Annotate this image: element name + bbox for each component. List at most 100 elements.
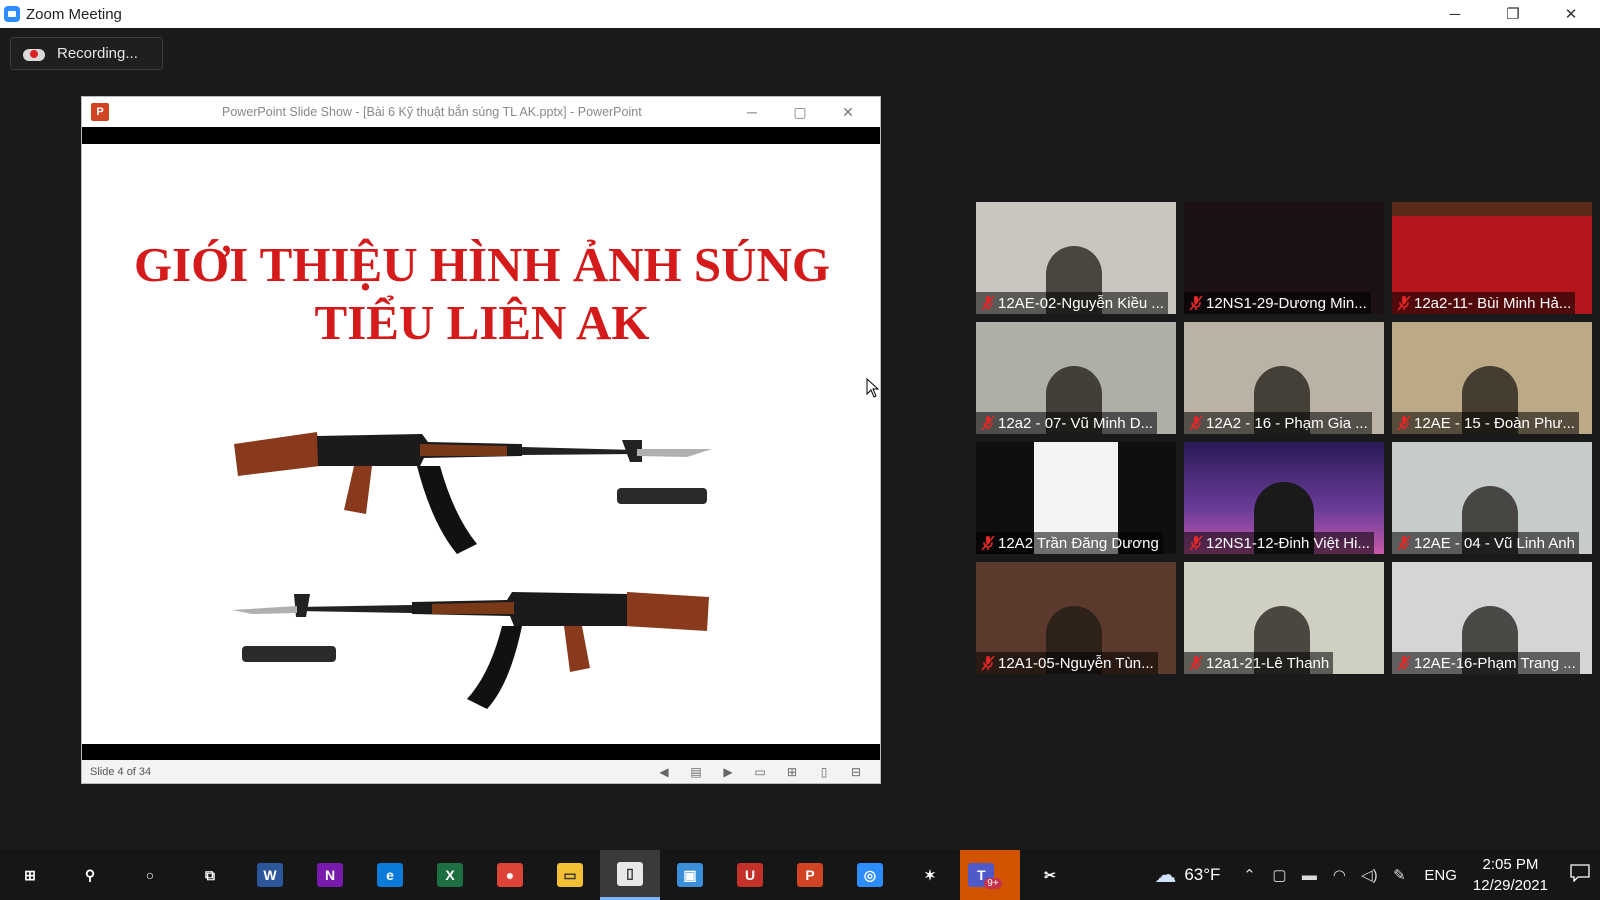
muted-mic-icon: [978, 653, 998, 673]
participant-nameplate: 12AE - 15 - Đoàn Phư...: [1392, 412, 1579, 434]
participant-tile[interactable]: 12a2-11- Bùi Minh Hả...: [1392, 202, 1592, 314]
powerpoint-icon: P: [91, 103, 109, 121]
taskbar-snipping-tool-button[interactable]: ✂: [1020, 850, 1080, 900]
slide-counter: Slide 4 of 34: [90, 765, 152, 778]
notepad-icon: ▯: [617, 861, 643, 886]
rifle-image: [232, 432, 712, 709]
participant-tile[interactable]: 12A2 - 16 - Phạm Gia ...: [1184, 322, 1384, 434]
wifi-icon[interactable]: ◠: [1324, 866, 1354, 884]
taskbar-task-view-button[interactable]: ⧉: [180, 850, 240, 900]
teams-badge: 9+: [984, 877, 1002, 889]
taskbar-unikey-button[interactable]: U: [720, 850, 780, 900]
powerpoint-icon: P: [797, 863, 823, 887]
clock[interactable]: 2:05 PM 12/29/2021: [1473, 854, 1548, 896]
participant-tile[interactable]: 12AE-16-Phạm Trang ...: [1392, 562, 1592, 674]
rifle-top-icon: [234, 432, 712, 554]
participant-tile[interactable]: 12NS1-12-Đinh Việt Hi...: [1184, 442, 1384, 554]
language-indicator[interactable]: ENG: [1424, 867, 1457, 884]
clock-date: 12/29/2021: [1472, 877, 1548, 894]
unikey-icon: U: [737, 863, 763, 887]
muted-mic-icon: [1394, 533, 1414, 553]
slide-menu-icon[interactable]: ▤: [680, 765, 712, 779]
battery-icon[interactable]: ▬: [1294, 867, 1324, 884]
task-view-icon: ⧉: [205, 866, 215, 883]
slide-sorter-icon[interactable]: ⊞: [776, 765, 808, 779]
file-explorer-icon: ▭: [557, 863, 583, 887]
muted-mic-icon: [978, 293, 998, 313]
slideshow-view-icon[interactable]: ⊟: [840, 765, 872, 779]
muted-mic-icon: [1394, 293, 1414, 313]
participant-nameplate: 12a1-21-Lê Thanh: [1184, 652, 1334, 674]
participant-name: 12AE-02-Nguyễn Kiều ...: [998, 294, 1164, 312]
mouse-cursor-icon: [866, 378, 880, 398]
normal-view-icon[interactable]: ▭: [744, 765, 776, 779]
participant-name: 12NS1-29-Dương Min...: [1206, 294, 1367, 312]
ppt-minimize-button[interactable]: ─: [728, 97, 776, 127]
ppt-close-button[interactable]: ✕: [824, 97, 872, 127]
restore-button[interactable]: ❐: [1484, 0, 1542, 28]
next-slide-icon[interactable]: ▶: [712, 765, 744, 779]
taskbar-word-button[interactable]: W: [240, 850, 300, 900]
participant-name: 12AE - 04 - Vũ Linh Anh: [1414, 534, 1575, 552]
taskbar-excel-button[interactable]: X: [420, 850, 480, 900]
taskbar-cortana-button[interactable]: ○: [120, 850, 180, 900]
taskbar-notepad-button[interactable]: ▯: [600, 850, 660, 900]
taskbar-zoom-button[interactable]: ◎: [840, 850, 900, 900]
taskbar-chrome-button[interactable]: ●: [480, 850, 540, 900]
participant-tile[interactable]: 12AE - 04 - Vũ Linh Anh: [1392, 442, 1592, 554]
recording-indicator[interactable]: Recording...: [10, 37, 163, 70]
reading-view-icon[interactable]: ▯: [808, 765, 840, 779]
system-tray: ☁ 63°F ⌃ ▢ ▬ ◠ ◁) ✎ ENG 2:05 PM 12/29/20…: [1154, 850, 1600, 900]
taskbar-onenote-button[interactable]: N: [300, 850, 360, 900]
taskbar-powerpoint-button[interactable]: P: [780, 850, 840, 900]
minimize-button[interactable]: ─: [1426, 0, 1484, 28]
participant-nameplate: 12A2 Trần Đăng Dương: [976, 532, 1163, 554]
slide-letterbox-bottom: [82, 744, 880, 760]
pen-icon[interactable]: ✎: [1384, 866, 1414, 884]
participant-tile[interactable]: 12a1-21-Lê Thanh: [1184, 562, 1384, 674]
participant-nameplate: 12AE-02-Nguyễn Kiều ...: [976, 292, 1168, 314]
participant-tile[interactable]: 12AE - 15 - Đoàn Phư...: [1392, 322, 1592, 434]
cortana-icon: ○: [145, 867, 155, 883]
participant-name: 12AE - 15 - Đoàn Phư...: [1414, 414, 1575, 432]
photos-icon: ▣: [677, 863, 703, 887]
participant-name: 12A2 - 16 - Phạm Gia ...: [1206, 414, 1368, 432]
muted-mic-icon: [1186, 653, 1206, 673]
notification-icon[interactable]: [1560, 863, 1600, 887]
participant-name: 12a1-21-Lê Thanh: [1206, 654, 1330, 672]
weather-temp: 63°F: [1184, 865, 1221, 884]
taskbar-photos-button[interactable]: ▣: [660, 850, 720, 900]
volume-icon[interactable]: ◁): [1354, 866, 1384, 884]
participant-tile[interactable]: 12NS1-29-Dương Min...: [1184, 202, 1384, 314]
taskbar-windows-start-button[interactable]: ⊞: [0, 850, 60, 900]
muted-mic-icon: [1186, 533, 1206, 553]
participant-tile[interactable]: 12A2 Trần Đăng Dương: [976, 442, 1176, 554]
rifle-bottom-icon: [232, 592, 709, 709]
slide-canvas[interactable]: GIỚI THIỆU HÌNH ẢNH SÚNG TIỂU LIÊN AK: [82, 144, 880, 744]
participant-nameplate: 12A1-05-Nguyễn Tùn...: [976, 652, 1158, 674]
weather-widget[interactable]: ☁ 63°F: [1154, 862, 1220, 888]
onenote-icon: N: [317, 863, 343, 887]
muted-mic-icon: [1186, 293, 1206, 313]
participant-nameplate: 12a2-11- Bùi Minh Hả...: [1392, 292, 1576, 314]
taskbar-edge-button[interactable]: e: [360, 850, 420, 900]
ppt-maximize-button[interactable]: ▢: [776, 97, 824, 127]
muted-mic-icon: [1394, 413, 1414, 433]
taskbar-file-explorer-button[interactable]: ▭: [540, 850, 600, 900]
shared-screen-powerpoint: P PowerPoint Slide Show - [Bài 6 Kỹ thuậ…: [81, 96, 881, 784]
participant-name: 12A2 Trần Đăng Dương: [998, 534, 1159, 552]
participant-tile[interactable]: 12A1-05-Nguyễn Tùn...: [976, 562, 1176, 674]
cloud-icon: ☁: [1154, 862, 1177, 887]
taskbar-system-app-button[interactable]: ✶: [900, 850, 960, 900]
slide-letterbox-top: [82, 127, 880, 144]
previous-slide-icon[interactable]: ◀: [648, 765, 680, 779]
participant-tile[interactable]: 12a2 - 07- Vũ Minh D...: [976, 322, 1176, 434]
taskbar-search-button[interactable]: ⚲: [60, 850, 120, 900]
close-button[interactable]: ✕: [1542, 0, 1600, 28]
word-icon: W: [257, 863, 283, 887]
device-icon[interactable]: ▢: [1264, 866, 1294, 884]
participant-tile[interactable]: 12AE-02-Nguyễn Kiều ...: [976, 202, 1176, 314]
muted-mic-icon: [978, 413, 998, 433]
chevron-up-icon[interactable]: ⌃: [1234, 866, 1264, 884]
taskbar-teams-button[interactable]: T 9+: [960, 850, 1020, 900]
